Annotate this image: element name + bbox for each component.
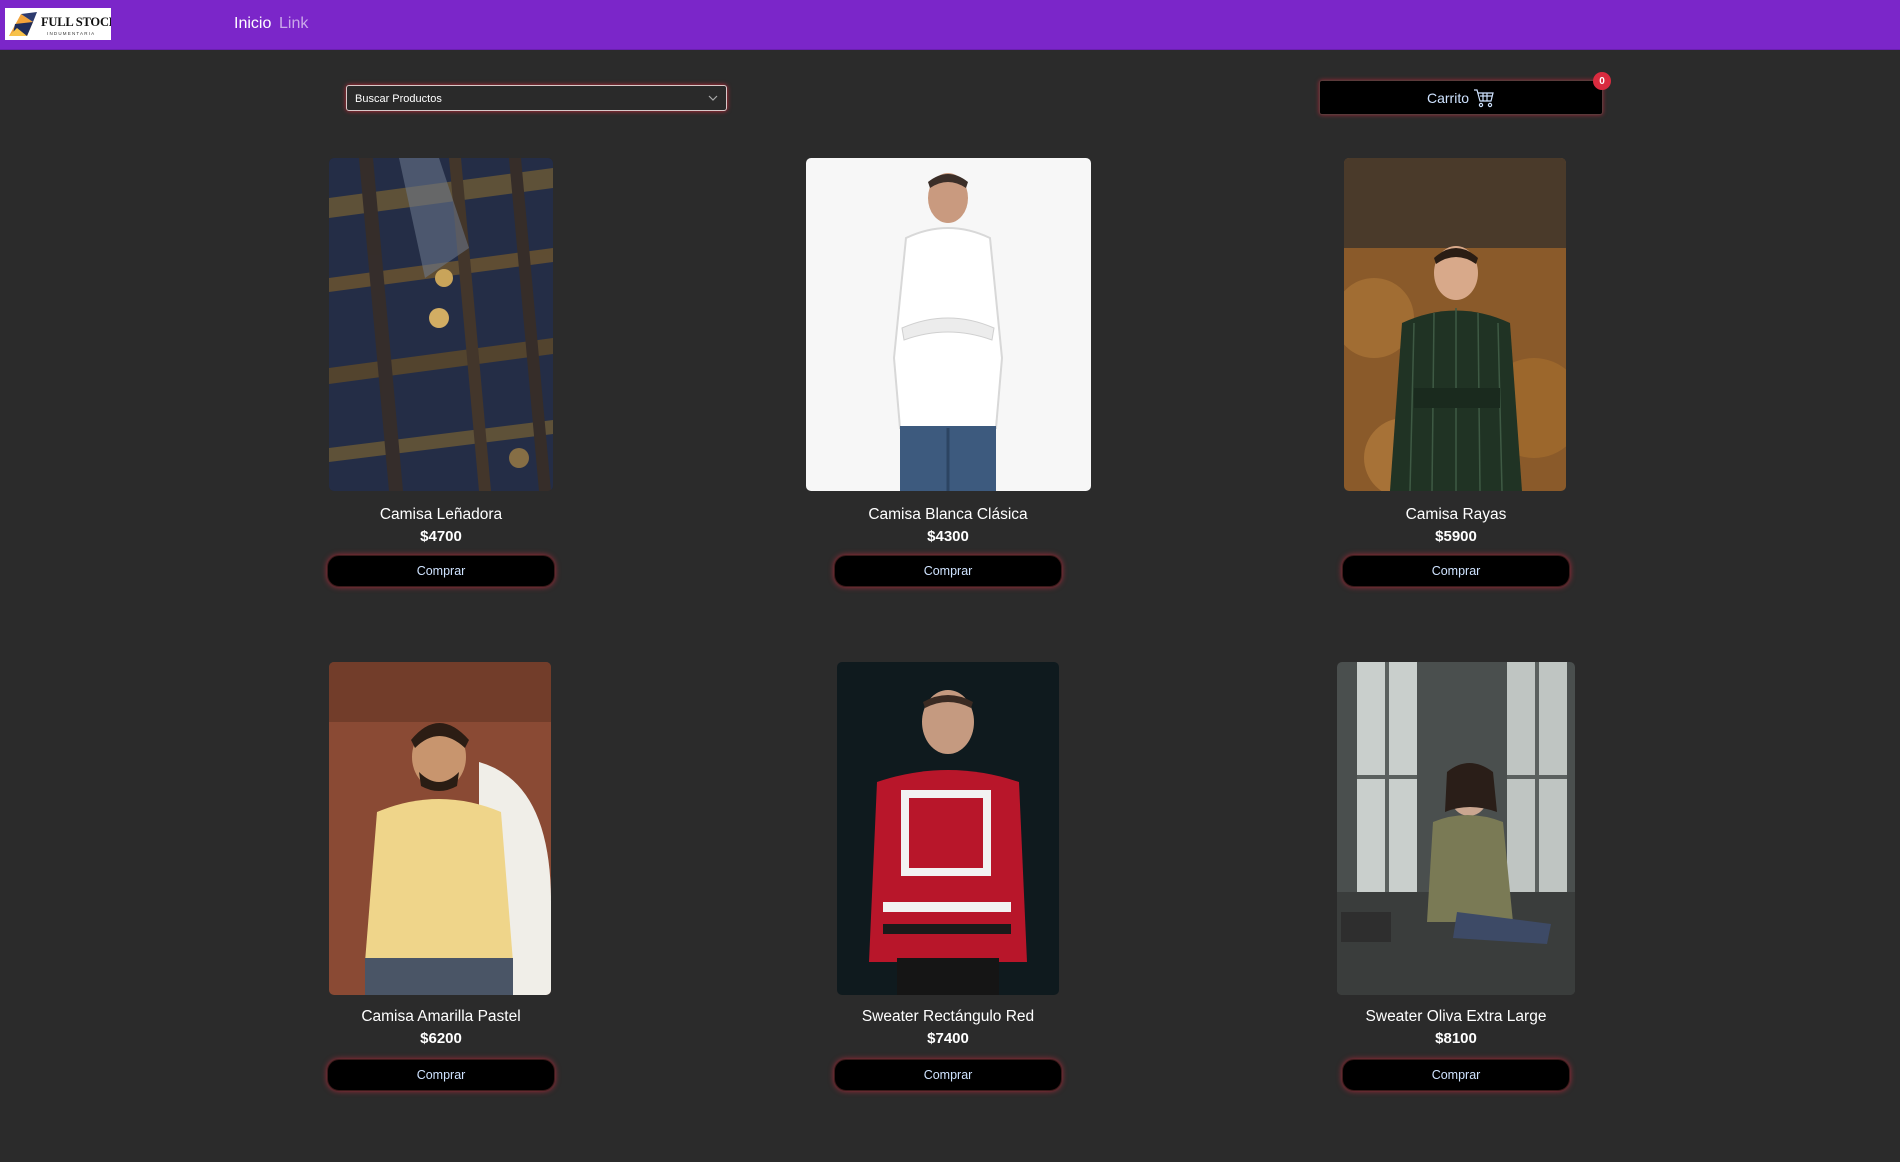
product-photo-yellow-shirt (329, 662, 551, 995)
product-photo-white-shirt (806, 158, 1091, 491)
buy-button[interactable]: Comprar (327, 1059, 555, 1091)
product-card: Camisa Rayas $5900 Comprar (1306, 158, 1606, 658)
logo-text: FULL STOCK (41, 15, 111, 29)
product-name: Camisa Amarilla Pastel (361, 1008, 521, 1025)
product-image[interactable] (837, 662, 1059, 995)
product-card: Sweater Oliva Extra Large $8100 Comprar (1306, 662, 1606, 1162)
product-price: $4700 (420, 528, 462, 545)
product-image[interactable] (329, 662, 551, 995)
product-card: Camisa Leñadora $4700 Comprar (291, 158, 591, 658)
product-card: Camisa Blanca Clásica $4300 Comprar (798, 158, 1098, 658)
product-name: Sweater Rectángulo Red (861, 1008, 1035, 1025)
product-name: Camisa Rayas (1405, 506, 1507, 523)
buy-button[interactable]: Comprar (834, 1059, 1062, 1091)
product-image[interactable] (806, 158, 1091, 491)
product-photo-flannel (329, 158, 553, 491)
product-price: $7400 (927, 1030, 969, 1047)
product-price: $5900 (1435, 528, 1477, 545)
buy-button[interactable]: Comprar (1342, 555, 1570, 587)
product-price: $6200 (420, 1030, 462, 1047)
product-price: $8100 (1435, 1030, 1477, 1047)
product-card: Camisa Amarilla Pastel $6200 Comprar (291, 662, 591, 1162)
product-name: Sweater Oliva Extra Large (1365, 1008, 1547, 1025)
search-products-select[interactable]: Buscar Productos (346, 85, 727, 111)
search-select-value: Buscar Productos (355, 93, 442, 105)
navbar: FULL STOCK INDUMENTARIA Inicio Link (0, 0, 1900, 50)
chevron-down-icon (708, 95, 718, 101)
logo-mark-icon (9, 12, 37, 36)
product-name: Camisa Leñadora (379, 506, 503, 523)
brand-logo[interactable]: FULL STOCK INDUMENTARIA (5, 8, 111, 40)
product-photo-olive-sweater (1337, 662, 1575, 995)
product-card: Sweater Rectángulo Red $7400 Comprar (798, 662, 1098, 1162)
product-photo-striped-shirt (1344, 158, 1566, 491)
product-image[interactable] (329, 158, 553, 491)
buy-button[interactable]: Comprar (834, 555, 1062, 587)
nav-link-inicio[interactable]: Inicio (234, 15, 271, 33)
product-image[interactable] (1344, 158, 1566, 491)
buy-button[interactable]: Comprar (1342, 1059, 1570, 1091)
logo-subtext: INDUMENTARIA (47, 31, 96, 36)
cart-count-badge: 0 (1593, 72, 1611, 90)
nav-link-link[interactable]: Link (279, 15, 308, 33)
product-name: Camisa Blanca Clásica (868, 506, 1028, 523)
product-image[interactable] (1337, 662, 1575, 995)
cart-button[interactable]: Carrito (1319, 80, 1603, 115)
cart-label: Carrito (1426, 89, 1469, 106)
cart-icon (1474, 88, 1494, 107)
product-photo-red-sweater (837, 662, 1059, 995)
buy-button[interactable]: Comprar (327, 555, 555, 587)
product-price: $4300 (927, 528, 969, 545)
